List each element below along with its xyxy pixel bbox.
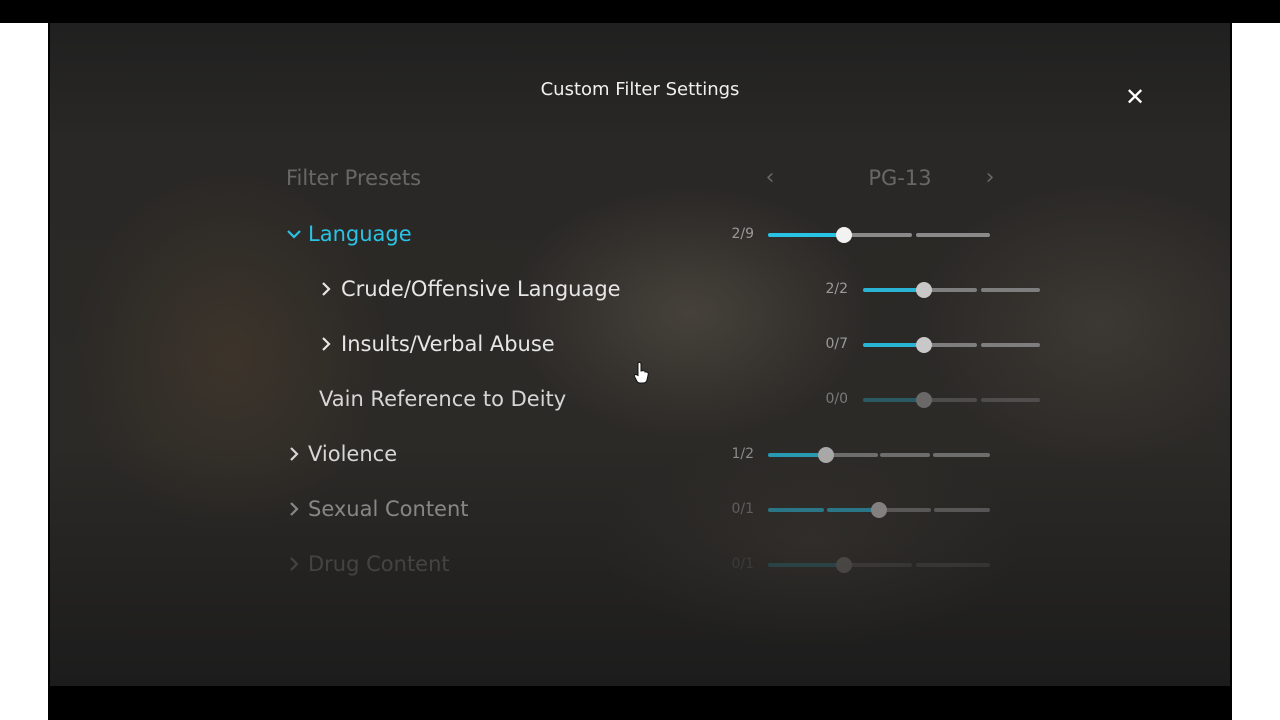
preset-next-button[interactable]: › <box>980 158 1000 198</box>
close-icon: ✕ <box>1124 83 1146 111</box>
chevron-right-icon <box>322 282 331 296</box>
filter-label: Drug Content <box>308 552 450 576</box>
top-letterbox <box>0 0 1280 23</box>
filter-count: 0/7 <box>825 336 848 352</box>
right-border <box>1231 0 1280 720</box>
filter-row-insults[interactable]: Insults/Verbal Abuse 0/7 <box>280 324 1040 364</box>
filter-count: 0/0 <box>825 391 848 407</box>
chevron-down-icon <box>287 230 301 239</box>
page-title: Custom Filter Settings <box>540 79 740 100</box>
filter-label: Vain Reference to Deity <box>319 387 567 411</box>
filter-row-sexual-content[interactable]: Sexual Content 0/1 <box>280 489 1000 529</box>
slider-knob[interactable] <box>818 447 834 463</box>
slider-knob[interactable] <box>916 282 932 298</box>
filter-count: 0/1 <box>731 556 754 572</box>
filter-slider[interactable] <box>863 337 1040 353</box>
filter-row-crude-language[interactable]: Crude/Offensive Language 2/2 <box>280 269 1040 309</box>
left-border <box>0 0 49 720</box>
filter-settings-screen: Custom Filter Settings ✕ Filter Presets … <box>50 23 1230 686</box>
filter-slider[interactable] <box>863 282 1040 298</box>
filter-label: Sexual Content <box>308 497 469 521</box>
filter-slider[interactable] <box>768 557 990 573</box>
filter-presets-label: Filter Presets <box>286 166 422 190</box>
slider-knob[interactable] <box>836 227 852 243</box>
slider-knob[interactable] <box>871 502 887 518</box>
filter-presets-row: Filter Presets ‹ PG-13 › <box>280 158 1000 198</box>
chevron-right-icon <box>290 447 299 461</box>
filter-row-language[interactable]: Language 2/9 <box>280 214 1000 254</box>
filter-slider[interactable] <box>768 227 990 243</box>
slider-knob[interactable] <box>836 557 852 573</box>
filter-row-violence[interactable]: Violence 1/2 <box>280 434 1000 474</box>
close-button[interactable]: ✕ <box>1120 83 1150 113</box>
filter-label: Language <box>308 222 412 246</box>
chevron-right-icon: › <box>985 165 995 190</box>
slider-knob <box>916 392 932 408</box>
slider-knob[interactable] <box>916 337 932 353</box>
preset-prev-button[interactable]: ‹ <box>760 158 780 198</box>
filter-slider[interactable] <box>768 447 990 463</box>
preset-value: PG-13 <box>868 166 932 190</box>
filter-label: Crude/Offensive Language <box>341 277 621 301</box>
filter-count: 2/9 <box>731 226 754 242</box>
filter-count: 2/2 <box>825 281 848 297</box>
filter-slider <box>863 392 1040 408</box>
filter-count: 0/1 <box>731 501 754 517</box>
bottom-letterbox <box>0 686 1280 720</box>
filter-count: 1/2 <box>731 446 754 462</box>
filter-slider[interactable] <box>768 502 990 518</box>
chevron-right-icon <box>290 502 299 516</box>
hand-cursor-icon <box>633 361 649 384</box>
chevron-right-icon <box>322 337 331 351</box>
chevron-right-icon <box>290 557 299 571</box>
filter-label: Violence <box>308 442 398 466</box>
filter-panel: Filter Presets ‹ PG-13 › Language 2/9 Cr… <box>280 133 1040 576</box>
filter-row-drug-content[interactable]: Drug Content 0/1 <box>280 544 1000 584</box>
filter-label: Insults/Verbal Abuse <box>341 332 555 356</box>
chevron-left-icon: ‹ <box>765 165 775 190</box>
filter-row-vain-reference[interactable]: Vain Reference to Deity 0/0 <box>280 379 1040 419</box>
